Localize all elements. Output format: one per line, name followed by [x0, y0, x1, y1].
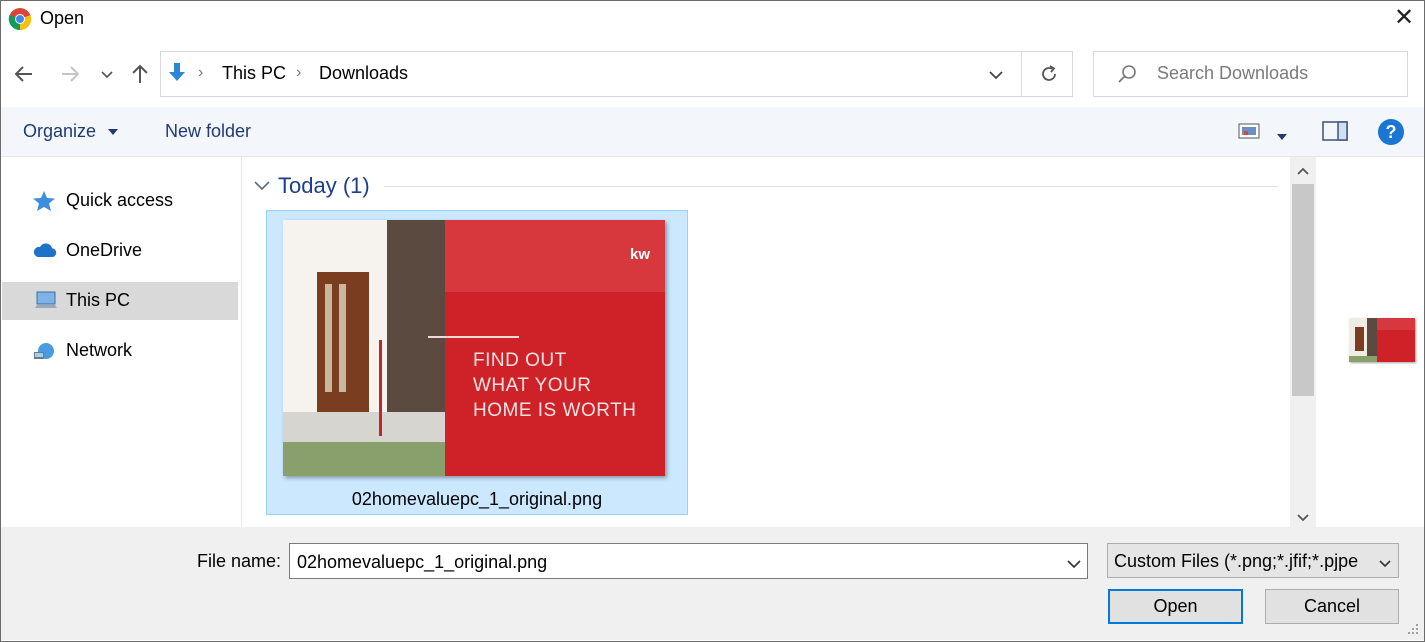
- recent-locations-button[interactable]: [100, 67, 114, 85]
- file-name-field-label: File name:: [197, 551, 282, 571]
- thumbnail-line-3: HOME IS WORTH: [473, 400, 637, 421]
- computer-icon: [32, 290, 57, 312]
- network-icon: [32, 340, 56, 362]
- sidebar-item-this-pc[interactable]: This PC: [2, 282, 238, 320]
- thumbnail-line-2: WHAT YOUR: [473, 375, 592, 396]
- group-divider: [384, 186, 1278, 187]
- cloud-icon: [32, 240, 57, 262]
- chevron-down-icon: [1297, 514, 1309, 522]
- breadcrumb-this-pc[interactable]: This PC: [222, 63, 286, 84]
- sidebar-item-label: OneDrive: [66, 240, 143, 260]
- preview-image: [1349, 318, 1415, 362]
- view-icon: [1238, 123, 1260, 139]
- search-placeholder: Search Downloads: [1157, 63, 1309, 83]
- address-divider: [1021, 52, 1022, 96]
- refresh-icon: [1042, 65, 1056, 81]
- breadcrumb-separator-icon: ›: [198, 64, 204, 81]
- organize-label: Organize: [23, 121, 97, 141]
- open-button[interactable]: Open: [1108, 589, 1243, 624]
- file-type-value: Custom Files (*.png;*.jfif;*.pjpe: [1114, 551, 1359, 571]
- up-button[interactable]: [128, 62, 152, 91]
- window-title: Open: [40, 8, 85, 28]
- thumbnail-logo: kw: [630, 246, 651, 263]
- organize-button[interactable]: Organize: [23, 121, 119, 142]
- chevron-down-icon: [101, 71, 113, 79]
- forward-button[interactable]: [58, 62, 82, 91]
- chrome-logo-icon: [8, 7, 32, 31]
- file-name-input-value: 02homevaluepc_1_original.png: [297, 552, 548, 572]
- sidebar-item-label: Network: [66, 340, 133, 360]
- close-button[interactable]: ✕: [1392, 4, 1416, 32]
- search-icon: [1116, 63, 1138, 90]
- file-name-dropdown-button[interactable]: [1066, 556, 1082, 574]
- group-collapse-button[interactable]: [253, 176, 271, 197]
- arrow-left-icon: [14, 66, 32, 82]
- chevron-down-icon: [1067, 560, 1081, 569]
- scrollbar-thumb[interactable]: [1292, 184, 1314, 396]
- scroll-down-button[interactable]: [1296, 510, 1310, 528]
- chevron-up-icon: [1297, 167, 1309, 175]
- sidebar-item-label: Quick access: [66, 190, 174, 210]
- star-icon: [32, 190, 56, 212]
- chevron-down-icon: [254, 181, 270, 191]
- help-button[interactable]: ?: [1378, 119, 1404, 145]
- preview-pane-icon: [1322, 121, 1348, 141]
- refresh-button[interactable]: [1038, 63, 1060, 90]
- preview-pane-button[interactable]: [1322, 121, 1348, 146]
- sidebar-item-network[interactable]: Network: [2, 332, 238, 370]
- breadcrumb-separator-icon: ›: [296, 64, 302, 81]
- change-view-button[interactable]: [1238, 123, 1260, 144]
- thumbnail-line-1: FIND OUT: [473, 350, 567, 371]
- sidebar-item-onedrive[interactable]: OneDrive: [2, 232, 238, 270]
- address-dropdown-button[interactable]: [988, 68, 1004, 86]
- scroll-up-button[interactable]: [1296, 163, 1310, 181]
- group-header-today[interactable]: Today (1): [278, 173, 370, 199]
- back-button[interactable]: [12, 62, 36, 91]
- sidebar-item-label: This PC: [66, 290, 131, 310]
- cancel-button[interactable]: Cancel: [1265, 589, 1399, 624]
- chevron-down-icon: [989, 71, 1003, 80]
- file-type-dropdown-icon: [1378, 556, 1392, 574]
- arrow-right-icon: [62, 66, 80, 82]
- new-folder-button[interactable]: New folder: [165, 121, 251, 142]
- breadcrumb-downloads[interactable]: Downloads: [319, 63, 408, 84]
- file-thumbnail: kw FIND OUT WHAT YOUR HOME IS WORTH: [283, 220, 665, 476]
- caret-down-icon: [108, 129, 119, 136]
- file-name-label: 02homevaluepc_1_original.png: [351, 489, 603, 509]
- view-dropdown-button[interactable]: [1276, 128, 1288, 146]
- help-icon: ?: [1385, 122, 1397, 142]
- caret-down-icon: [1277, 134, 1287, 140]
- resize-grip-icon[interactable]: [1404, 620, 1420, 636]
- sidebar-item-quick-access[interactable]: Quick access: [2, 182, 238, 220]
- title-bar: [1, 1, 1424, 37]
- downloads-icon: [166, 61, 188, 88]
- arrow-up-icon: [132, 64, 148, 83]
